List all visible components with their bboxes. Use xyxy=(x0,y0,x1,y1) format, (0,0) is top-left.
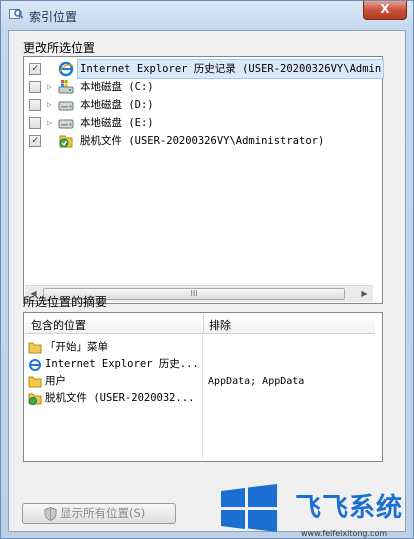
system-drive-icon xyxy=(58,80,74,94)
summary-list-header: 包含的位置 排除 xyxy=(25,314,375,334)
scroll-grip: III xyxy=(190,289,198,298)
tree-item-label: 本地磁盘 (C:) xyxy=(80,81,154,93)
offline-files-icon xyxy=(59,135,73,148)
checkbox-drive-c[interactable] xyxy=(29,81,41,93)
close-button[interactable]: X xyxy=(363,1,407,20)
checkbox-drive-e[interactable] xyxy=(29,117,41,129)
checkbox-offline-files[interactable]: ✓ xyxy=(29,135,41,147)
watermark-url: www.feifeixitong.com xyxy=(301,529,388,538)
column-header-included[interactable]: 包含的位置 xyxy=(31,317,86,333)
indexed-locations-window: 索引位置 X 更改所选位置 ✓ Internet Explorer 历史记录 (… xyxy=(0,0,414,539)
summary-included: Internet Explorer 历史... xyxy=(45,358,199,370)
show-all-locations-button[interactable]: 显示所有位置(S) xyxy=(22,503,176,524)
tree-item-drive-e[interactable]: ▷ 本地磁盘 (E:) xyxy=(24,114,384,132)
folder-icon xyxy=(28,376,42,388)
uac-shield-icon xyxy=(44,507,57,521)
summary-included: 脱机文件 (USER-2020032... xyxy=(45,392,195,404)
checkbox-drive-d[interactable] xyxy=(29,99,41,111)
summary-label: 所选位置的摘要 xyxy=(23,295,108,309)
locations-tree[interactable]: ✓ Internet Explorer 历史记录 (USER-20200326V… xyxy=(23,56,385,304)
watermark-brand: 飞飞系统 xyxy=(295,493,404,523)
tree-item-ie-history[interactable]: ✓ Internet Explorer 历史记录 (USER-20200326V… xyxy=(24,59,385,79)
column-header-excluded[interactable]: 排除 xyxy=(209,317,231,333)
ie-icon xyxy=(29,359,41,371)
change-locations-label: 更改所选位置 xyxy=(23,41,96,55)
tree-item-label: 本地磁盘 (E:) xyxy=(80,117,154,129)
site-watermark: 飞飞系统 www.feifeixitong.com xyxy=(215,481,414,539)
column-divider-line xyxy=(202,334,203,458)
dialog-body: 更改所选位置 ✓ Internet Explorer 历史记录 (USER-20… xyxy=(8,30,406,532)
tree-item-offline-files[interactable]: ✓ 脱机文件 (USER-20200326VY\Administrator) xyxy=(24,132,384,150)
summary-excluded: AppData; AppData xyxy=(208,376,305,387)
tree-item-label: Internet Explorer 历史记录 (USER-20200326VY\… xyxy=(76,59,385,79)
windows-logo-icon xyxy=(221,484,277,532)
column-divider[interactable] xyxy=(203,314,204,334)
tree-item-drive-c[interactable]: ▷ 本地磁盘 (C:) xyxy=(24,78,384,96)
expand-arrow-icon[interactable]: ▷ xyxy=(47,96,55,114)
tree-item-label: 本地磁盘 (D:) xyxy=(80,99,154,111)
summary-list[interactable]: 包含的位置 排除 「开始」菜单 Internet Explorer 历史... xyxy=(23,312,383,462)
ie-icon xyxy=(58,61,74,77)
expand-arrow-icon[interactable]: ▷ xyxy=(47,78,55,96)
show-all-label: 显示所有位置(S) xyxy=(60,506,146,520)
checkbox-ie-history[interactable]: ✓ xyxy=(29,63,41,75)
drive-icon xyxy=(58,119,74,129)
tree-item-label: 脱机文件 (USER-20200326VY\Administrator) xyxy=(80,135,325,147)
search-index-icon xyxy=(9,9,23,19)
title-bar[interactable]: 索引位置 X xyxy=(1,1,413,29)
tree-item-drive-d[interactable]: ▷ 本地磁盘 (D:) xyxy=(24,96,384,114)
window-title: 索引位置 xyxy=(29,10,78,24)
offline-files-icon xyxy=(28,393,42,405)
scroll-right-icon[interactable]: ▶ xyxy=(356,286,373,302)
expand-arrow-icon[interactable]: ▷ xyxy=(47,114,55,132)
folder-icon xyxy=(28,342,42,354)
summary-included: 「开始」菜单 xyxy=(45,341,108,353)
drive-icon xyxy=(58,101,74,111)
summary-included: 用户 xyxy=(45,375,66,387)
